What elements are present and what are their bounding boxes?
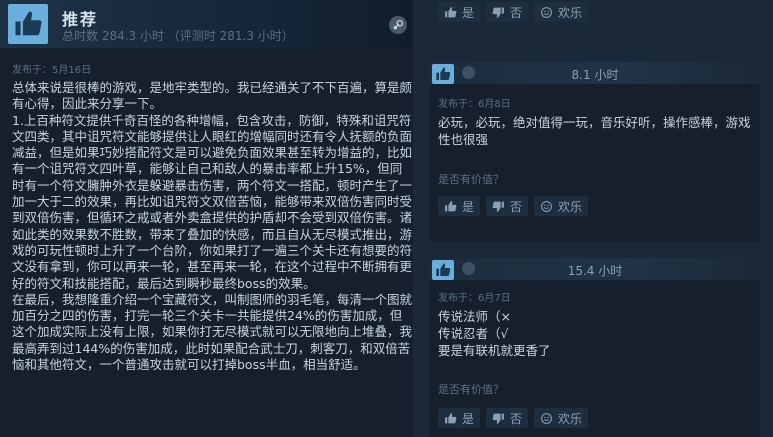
vote-no-label: 否 [510,199,523,214]
vote-funny-button[interactable]: 欢乐 [534,2,589,22]
vote-funny-label: 欢乐 [558,411,583,426]
helpful-question: 是否有价值？ [438,173,504,186]
vote-funny-button[interactable]: 欢乐 [534,196,589,216]
thumbs-up-icon [445,6,457,17]
vote-yes-label: 是 [462,199,475,214]
side-playtime: 8.1 小时 [571,68,619,82]
thumbs-down-icon [492,7,504,18]
side-posted-date: 发布于：6月8日 [438,99,511,110]
vote-yes-button[interactable]: 是 [438,408,481,428]
side-review-header: 8.1 小时 [430,62,760,84]
vote-no-button[interactable]: 否 [486,2,529,22]
side-review-card: 15.4 小时 发布于：6月7日 传说法师（× 传说忍者（√ 要是有联机就更香了… [430,258,760,437]
vote-yes-label: 是 [462,5,475,20]
smiley-icon [541,200,552,212]
vote-yes-button[interactable]: 是 [438,2,481,22]
side-playtime: 15.4 小时 [567,264,623,278]
thumbs-down-icon [492,413,504,424]
vote-yes-button[interactable]: 是 [438,196,481,216]
review-header: 推荐 总时数 284.3 小时 （评测时 281.3 小时） [0,0,413,48]
vote-no-button[interactable]: 否 [486,408,529,428]
vote-funny-label: 欢乐 [558,199,583,214]
vote-yes-label: 是 [462,411,475,426]
side-review-text: 传说法师（× 传说忍者（√ 要是有联机就更香了 [438,309,551,358]
vote-row: 是 否 欢乐 [438,196,589,216]
vote-row: 是 否 欢乐 [438,408,589,428]
side-review-card: 8.1 小时 发布于：6月8日 必玩，必玩，绝对值得一玩，音乐好听，操作感棒，游… [430,62,760,242]
thumbs-down-icon [492,201,504,212]
vote-funny-button[interactable]: 欢乐 [534,408,589,428]
smiley-icon [541,6,552,18]
review-text: 总体来说是很棒的游戏，是地牢类型的。我已经通关了不下百遍，算是颇有心得，因此来分… [12,80,413,373]
side-posted-date: 发布于：6月7日 [438,293,511,304]
vote-no-label: 否 [510,5,523,20]
posted-date: 发布于：5月16日 [12,65,92,76]
helpful-question: 是否有价值？ [438,383,504,396]
playtime-text: 总时数 284.3 小时 （评测时 281.3 小时） [62,29,294,43]
vote-row-top: 是 否 欢乐 [438,2,589,22]
side-review-header: 15.4 小时 [430,258,760,280]
thumbs-up-icon [445,200,457,211]
vote-no-button[interactable]: 否 [486,196,529,216]
thumbs-up-icon [8,4,48,44]
thumbs-up-icon [445,412,457,423]
steam-icon [389,16,407,34]
vote-no-label: 否 [510,411,523,426]
side-review-text: 必玩，必玩，绝对值得一玩，音乐好听，操作感棒，游戏性也很强 [438,115,751,147]
main-review-card: 推荐 总时数 284.3 小时 （评测时 281.3 小时） 发布于：5月16日… [0,0,413,437]
vote-funny-label: 欢乐 [558,5,583,20]
smiley-icon [541,412,552,424]
